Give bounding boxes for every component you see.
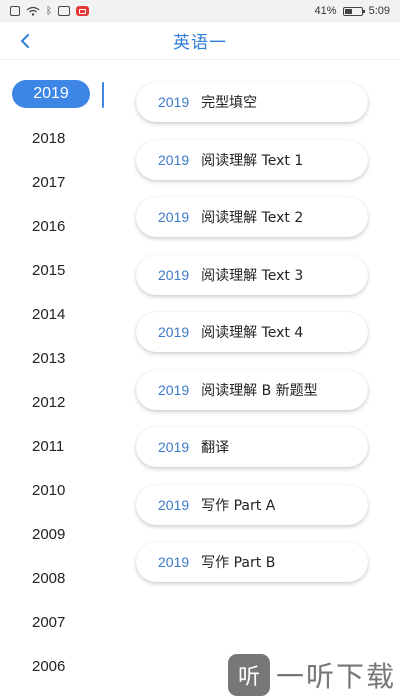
topic-item[interactable]: 2019 写作 Part A — [136, 484, 368, 525]
topic-name: 阅读理解 Text 4 — [201, 325, 304, 341]
topic-item[interactable]: 2019 阅读理解 Text 2 — [136, 197, 368, 237]
page-title: 英语一 — [173, 33, 227, 53]
topic-item[interactable]: 2019 阅读理解 Text 4 — [136, 312, 368, 352]
topic-name: 写作 Part A — [201, 497, 276, 514]
year-item-2006[interactable]: 2006 — [0, 644, 110, 688]
year-label: 2015 — [32, 261, 66, 279]
year-item-2009[interactable]: 2009 — [0, 512, 110, 556]
topic-name: 完型填空 — [201, 95, 258, 111]
topic-name: 阅读理解 B 新题型 — [201, 382, 318, 399]
year-label: 2019 — [12, 80, 90, 108]
topic-name: 写作 Part B — [201, 555, 276, 571]
year-label: 2011 — [32, 437, 65, 455]
topic-name: 阅读理解 Text 1 — [201, 152, 304, 169]
year-item-2010[interactable]: 2010 — [0, 468, 110, 512]
back-button[interactable] — [12, 28, 38, 54]
topic-year: 2019 — [158, 381, 190, 398]
status-bar: ᛒ 41% 5:09 — [0, 0, 400, 22]
wifi-icon — [26, 6, 40, 16]
year-label: 2009 — [32, 525, 66, 543]
sim-icon — [10, 6, 20, 16]
clock: 5:09 — [368, 5, 390, 17]
topic-name: 阅读理解 Text 2 — [201, 210, 304, 226]
topic-list: 2019 完型填空 2019 阅读理解 Text 1 2019 阅读理解 Text 2 20… — [136, 82, 368, 600]
selected-indicator — [102, 82, 104, 108]
year-item-2007[interactable]: 2007 — [0, 600, 110, 644]
year-item-2013[interactable]: 2013 — [0, 336, 110, 380]
year-sidebar: 2019 2018 2017 2016 2015 2014 2013 2012 2011 2010… — [0, 72, 110, 688]
topic-item[interactable]: 2019 阅读理解 Text 1 — [136, 139, 368, 180]
year-item-2016[interactable]: 2016 — [0, 204, 110, 248]
bluetooth-icon: ᛒ — [46, 5, 52, 17]
topic-item[interactable]: 2019 阅读理解 Text 3 — [136, 254, 368, 295]
topic-item[interactable]: 2019 写作 Part B — [136, 542, 368, 582]
battery-icon — [342, 6, 365, 16]
battery-percent: 41% — [314, 5, 337, 17]
status-right: 41% 5:09 — [315, 5, 390, 17]
topic-name: 阅读理解 Text 3 — [201, 267, 304, 284]
topic-year: 2019 — [158, 151, 190, 168]
year-item-2012[interactable]: 2012 — [0, 380, 110, 424]
year-item-2019[interactable]: 2019 — [0, 72, 110, 116]
year-item-2018[interactable]: 2018 — [0, 116, 110, 160]
topic-name: 翻译 — [201, 440, 230, 456]
year-label: 2018 — [32, 129, 66, 147]
year-item-2015[interactable]: 2015 — [0, 248, 110, 292]
topic-year: 2019 — [158, 554, 190, 570]
topic-year: 2019 — [158, 94, 190, 110]
year-item-2014[interactable]: 2014 — [0, 292, 110, 336]
topic-year: 2019 — [158, 324, 190, 340]
topic-year: 2019 — [158, 266, 190, 283]
notification-app-icon — [76, 6, 89, 16]
watermark: 听 一听下载 — [227, 654, 396, 696]
topic-year: 2019 — [158, 496, 190, 513]
year-label: 2006 — [32, 657, 66, 675]
status-icons: ᛒ — [10, 6, 89, 17]
topic-item[interactable]: 2019 翻译 — [136, 427, 368, 467]
year-label: 2014 — [32, 305, 66, 323]
topic-year: 2019 — [158, 209, 190, 225]
year-label: 2008 — [32, 569, 66, 587]
year-item-2011[interactable]: 2011 — [0, 424, 110, 468]
topic-item[interactable]: 2019 完型填空 — [136, 82, 368, 122]
year-label: 2012 — [32, 393, 66, 411]
year-item-2008[interactable]: 2008 — [0, 556, 110, 600]
year-label: 2010 — [32, 481, 66, 499]
app-header: 英语一 — [0, 22, 400, 60]
year-label: 2007 — [32, 613, 66, 631]
year-label: 2013 — [32, 349, 66, 367]
topic-year: 2019 — [158, 439, 190, 455]
topic-item[interactable]: 2019 阅读理解 B 新题型 — [136, 369, 368, 410]
vibrate-icon — [58, 6, 70, 16]
watermark-text: 一听下载 — [275, 660, 396, 693]
year-label: 2016 — [32, 217, 66, 235]
year-item-2017[interactable]: 2017 — [0, 160, 110, 204]
year-label: 2017 — [32, 173, 66, 191]
chevron-left-icon — [21, 34, 29, 48]
watermark-logo: 听 — [227, 654, 270, 696]
